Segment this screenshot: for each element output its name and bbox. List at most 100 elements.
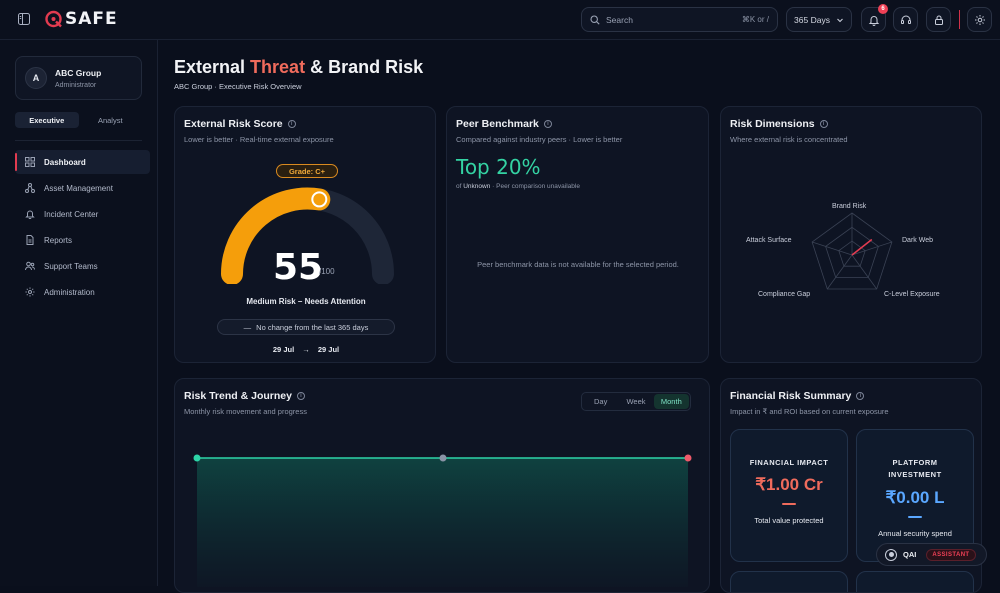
platform-investment-label-1: PLATFORM bbox=[892, 458, 938, 467]
search-input[interactable]: Search ⌘K or / bbox=[581, 7, 778, 32]
org-name: ABC Group bbox=[55, 68, 102, 78]
mode-executive[interactable]: Executive bbox=[15, 112, 79, 128]
settings-button[interactable] bbox=[967, 7, 992, 32]
search-placeholder: Search bbox=[606, 14, 633, 25]
search-icon bbox=[590, 14, 600, 25]
search-shortcut: ⌘K or / bbox=[741, 15, 769, 24]
network-icon bbox=[25, 183, 35, 193]
financial-title: Financial Risk Summary bbox=[730, 390, 852, 402]
date-to: 29 Jul bbox=[317, 345, 340, 354]
assistant-name: QAI bbox=[903, 550, 917, 559]
period-select[interactable]: 365 Days bbox=[786, 7, 852, 32]
peer-note-industry: Unknown bbox=[463, 183, 491, 190]
card-subtitle: Lower is better · Real-time external exp… bbox=[184, 135, 334, 144]
radar-axis-3 bbox=[826, 254, 853, 290]
lock-icon bbox=[934, 15, 943, 25]
peer-note: of Unknown · Peer comparison unavailable bbox=[456, 183, 580, 190]
page-title-part1: External bbox=[174, 57, 251, 77]
notification-badge: 6 bbox=[878, 4, 888, 14]
dash-icon: — bbox=[243, 322, 252, 332]
period-value: 365 Days bbox=[794, 14, 830, 25]
org-switcher[interactable]: A ABC Group Administrator bbox=[15, 56, 142, 100]
app-logo[interactable]: SAFE bbox=[44, 9, 118, 29]
dashboard-icon bbox=[25, 157, 35, 167]
sidebar-item-label: Administration bbox=[44, 287, 95, 297]
gear-icon bbox=[974, 14, 985, 25]
radar-label-c-level-exposure: C-Level Exposure bbox=[884, 291, 940, 298]
card-subtitle: Impact in ₹ and ROI based on current exp… bbox=[730, 407, 889, 416]
assistant-icon bbox=[885, 548, 897, 561]
org-role: Administrator bbox=[55, 82, 97, 89]
mode-analyst[interactable]: Analyst bbox=[79, 112, 143, 128]
info-icon[interactable]: i bbox=[856, 392, 865, 400]
risk-score-max: /100 bbox=[319, 267, 335, 276]
page-subtitle: ABC Group · Executive Risk Overview bbox=[174, 82, 302, 91]
date-from: 29 Jul bbox=[272, 345, 295, 354]
risk-score-title: External Risk Score bbox=[184, 118, 283, 130]
peer-title: Peer Benchmark bbox=[456, 118, 539, 130]
financial-impact-value: ₹1.00 Cr bbox=[755, 475, 823, 494]
page-title-part2: & Brand Risk bbox=[305, 57, 424, 77]
trend-point-1[interactable] bbox=[439, 454, 447, 462]
impact-divider bbox=[782, 503, 796, 505]
trend-area bbox=[197, 458, 688, 587]
financial-impact-desc: Total value protected bbox=[754, 516, 824, 525]
risk-dimensions-card: Risk Dimensions i Where external risk is … bbox=[720, 106, 982, 363]
radar-label-dark-web: Dark Web bbox=[902, 237, 933, 244]
trend-chart bbox=[193, 454, 692, 587]
lock-button[interactable] bbox=[926, 7, 951, 32]
card-title: Peer Benchmark i bbox=[456, 118, 552, 130]
platform-investment-desc: Annual security spend bbox=[878, 529, 952, 538]
risk-score-card: External Risk Score i Lower is better · R… bbox=[174, 106, 436, 363]
trend-point-2[interactable] bbox=[684, 454, 692, 462]
card-subtitle: Compared against industry peers · Lower … bbox=[456, 135, 623, 144]
info-icon[interactable]: i bbox=[543, 120, 552, 128]
assistant-tag: ASSISTANT bbox=[926, 548, 976, 561]
risk-score-value: 55 bbox=[273, 247, 324, 288]
financial-impact-label: FINANCIAL IMPACT bbox=[749, 458, 829, 467]
headset-icon bbox=[900, 15, 911, 24]
sidebar-item-label: Support Teams bbox=[44, 261, 98, 271]
financial-impact-tile: FINANCIAL IMPACT ₹1.00 Cr Total value pr… bbox=[730, 429, 848, 562]
page-title: External Threat & Brand Risk bbox=[174, 57, 423, 78]
bell-icon bbox=[25, 210, 35, 219]
investment-divider bbox=[908, 516, 922, 518]
sidebar-item-administration[interactable]: Administration bbox=[15, 280, 150, 304]
chevron-down-icon bbox=[837, 18, 843, 22]
view-mode-toggle: Executive Analyst bbox=[15, 112, 142, 128]
sidebar-toggle-icon[interactable] bbox=[18, 13, 30, 25]
peer-benchmark-card: Peer Benchmark i Compared against industr… bbox=[446, 106, 709, 363]
radar-label-attack-surface: Attack Surface bbox=[746, 237, 792, 244]
radar-label-compliance-gap: Compliance Gap bbox=[758, 291, 811, 298]
card-title: External Risk Score i bbox=[184, 118, 296, 130]
grade-badge: Grade: C+ bbox=[276, 164, 338, 178]
radar-axis-4 bbox=[811, 241, 853, 256]
platform-investment-label-2: INVESTMENT bbox=[888, 470, 942, 479]
support-button[interactable] bbox=[893, 7, 918, 32]
users-icon bbox=[25, 261, 35, 271]
card-title: Financial Risk Summary i bbox=[730, 390, 865, 402]
arrow-right-icon: → bbox=[302, 345, 310, 354]
sidebar-item-dashboard[interactable]: Dashboard bbox=[15, 150, 150, 174]
notifications-button[interactable]: 6 bbox=[861, 4, 888, 32]
sidebar-item-asset-management[interactable]: Asset Management bbox=[15, 176, 150, 200]
sidebar-item-label: Incident Center bbox=[44, 209, 99, 219]
sidebar-item-incident-center[interactable]: Incident Center bbox=[15, 202, 150, 226]
sidebar-item-reports[interactable]: Reports bbox=[15, 228, 150, 252]
financial-tile-3 bbox=[730, 571, 848, 592]
sidebar: A ABC Group Administrator Executive Anal… bbox=[0, 40, 158, 586]
page-title-highlight: Threat bbox=[250, 57, 306, 77]
peer-note-suffix: · Peer comparison unavailable bbox=[490, 183, 580, 190]
assistant-button[interactable]: QAI ASSISTANT bbox=[876, 543, 987, 566]
sidebar-divider bbox=[15, 140, 142, 141]
top-bar: SAFE Search ⌘K or / 365 Days 6 bbox=[0, 0, 1000, 40]
trend-point-0[interactable] bbox=[193, 454, 201, 462]
radar-value-1 bbox=[851, 238, 873, 256]
peer-rank-value: Top 20% bbox=[456, 155, 541, 179]
risk-level-label: Medium Risk – Needs Attention bbox=[246, 297, 366, 306]
document-icon bbox=[26, 235, 34, 245]
sidebar-item-support-teams[interactable]: Support Teams bbox=[15, 254, 150, 278]
sidebar-item-label: Asset Management bbox=[44, 183, 113, 193]
financial-tile-4 bbox=[856, 571, 974, 592]
info-icon[interactable]: i bbox=[287, 120, 296, 128]
